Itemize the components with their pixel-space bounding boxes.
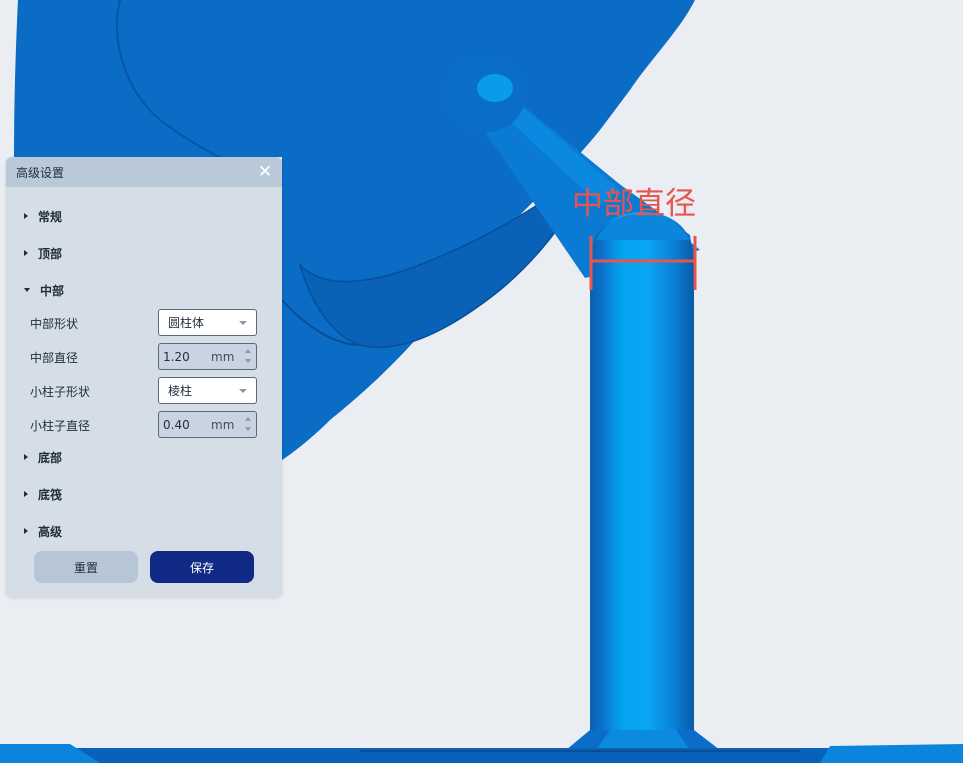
- spin-down-icon[interactable]: [245, 359, 251, 363]
- panel-header: 高级设置 ✕: [6, 157, 282, 187]
- section-advanced[interactable]: 高级: [24, 521, 62, 541]
- section-bottom[interactable]: 底部: [24, 447, 62, 467]
- middle-shape-select[interactable]: 圆柱体: [158, 309, 257, 336]
- advanced-settings-panel: 高级设置 ✕ 常规 顶部 中部 中部形状 圆柱体 中部直径 1.20 mm 小柱…: [6, 157, 282, 597]
- diameter-annotation-label: 中部直径: [572, 186, 696, 222]
- section-top-label: 顶部: [38, 246, 63, 261]
- platform-edge-right: [820, 744, 963, 763]
- section-general[interactable]: 常规: [24, 206, 62, 226]
- caret-right-icon: [24, 454, 28, 460]
- caret-right-icon: [24, 528, 28, 534]
- platform-line: [360, 750, 800, 752]
- caret-right-icon: [24, 491, 28, 497]
- pillar-diameter-label: 小柱子直径: [30, 419, 91, 433]
- middle-shape-label: 中部形状: [30, 317, 79, 331]
- spin-up-icon[interactable]: [245, 349, 251, 353]
- section-top[interactable]: 顶部: [24, 243, 62, 263]
- platform-edge-left: [0, 744, 100, 763]
- save-button[interactable]: 保存: [150, 551, 254, 583]
- section-general-label: 常规: [38, 209, 63, 224]
- section-bottom-label: 底部: [38, 450, 63, 465]
- pillar-diameter-input[interactable]: 0.40 mm: [158, 411, 257, 438]
- section-middle[interactable]: 中部: [24, 280, 64, 300]
- spin-down-icon[interactable]: [245, 427, 251, 431]
- pillar-diameter-value: 0.40: [163, 417, 190, 432]
- middle-shape-value: 圆柱体: [168, 316, 205, 330]
- reset-button[interactable]: 重置: [34, 551, 138, 583]
- section-advanced-label: 高级: [38, 524, 63, 539]
- section-raft-label: 底筏: [38, 487, 63, 502]
- support-column: [590, 212, 694, 738]
- middle-diameter-unit: mm: [211, 349, 235, 364]
- contact-ball-highlight: [477, 74, 513, 102]
- middle-diameter-label: 中部直径: [30, 351, 79, 365]
- pillar-shape-value: 棱柱: [168, 384, 193, 398]
- caret-right-icon: [24, 250, 28, 256]
- section-raft[interactable]: 底筏: [24, 484, 62, 504]
- middle-diameter-value: 1.20: [163, 349, 190, 364]
- pillar-shape-select[interactable]: 棱柱: [158, 377, 257, 404]
- middle-diameter-input[interactable]: 1.20 mm: [158, 343, 257, 370]
- close-icon[interactable]: ✕: [256, 163, 274, 181]
- chevron-down-icon: [239, 321, 247, 325]
- section-middle-label: 中部: [40, 283, 65, 298]
- caret-right-icon: [24, 213, 28, 219]
- pillar-shape-label: 小柱子形状: [30, 385, 91, 399]
- panel-title: 高级设置: [16, 165, 65, 180]
- chevron-down-icon: [239, 389, 247, 393]
- support-base-cone-light: [596, 730, 690, 750]
- pillar-diameter-unit: mm: [211, 417, 235, 432]
- caret-down-icon: [24, 288, 30, 292]
- spin-up-icon[interactable]: [245, 417, 251, 421]
